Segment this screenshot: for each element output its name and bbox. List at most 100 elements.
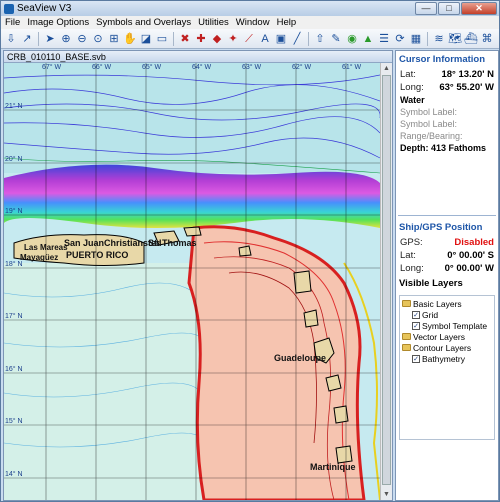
lat-label: 20° N [5,156,23,163]
lon-label: 65° W [142,64,162,71]
lat-label: 16° N [5,366,23,373]
menu-utilities[interactable]: Utilities [198,17,229,28]
measure-icon[interactable]: ◪ [139,32,153,46]
cursor-long-value: 63° 55.20' W [439,82,494,93]
export-icon[interactable]: ↗ [20,32,34,46]
depth-icon[interactable]: ≋ [432,32,446,46]
contour-icon[interactable]: ◉ [345,32,359,46]
ruler-icon[interactable]: ▭ [155,32,169,46]
zoom-box-icon[interactable]: ⊞ [107,32,121,46]
layer-grid[interactable]: ✓ Grid [402,309,492,320]
app-icon [4,3,14,14]
target-icon[interactable]: ✦ [226,32,240,46]
depth-value: Depth: 413 Fathoms [400,143,487,153]
gps-label: GPS: [400,237,423,248]
text-icon[interactable]: A [258,32,272,46]
refresh-icon[interactable]: ⟳ [393,32,407,46]
application-window: SeaView V3 — □ ✕ File Image Options Symb… [0,0,500,502]
layer-group-label: Contour Layers [413,342,472,353]
scroll-down-icon[interactable]: ▼ [381,489,392,500]
checkbox-checked-icon[interactable]: ✓ [412,321,420,330]
scroll-up-icon[interactable]: ▲ [381,63,392,74]
pan-hand-icon[interactable]: ✋ [123,32,137,46]
delete-symbol-icon[interactable]: ✖ [178,32,192,46]
terrain-icon[interactable]: ▲ [361,32,375,46]
grid-icon[interactable]: ▦ [409,32,423,46]
fish-icon[interactable]: ⌘ [480,32,494,46]
lon-label: 66° W [92,64,112,71]
info-panel: Cursor Information Lat: 18° 13.20' N Long… [395,50,499,501]
menu-file[interactable]: File [5,17,20,28]
folder-icon [402,300,411,307]
lat-label: 19° N [5,208,23,215]
cursor-lat-value: 18° 13.20' N [441,69,494,80]
lat-label: 18° N [5,261,23,268]
layer-group-label: Basic Layers [413,298,462,309]
map-document-title: CRB_010110_BASE.svb [4,51,392,63]
layer-group-contour[interactable]: Contour Layers [402,342,492,353]
checkbox-checked-icon[interactable]: ✓ [412,310,420,319]
menu-image-options[interactable]: Image Options [27,17,89,28]
visible-layers-heading: Visible Layers [399,278,463,289]
zoom-out-icon[interactable]: ⊖ [75,32,89,46]
symbol-label-1: Symbol Label: [400,107,458,117]
cursor-long-label: Long: [400,82,424,93]
route-icon[interactable]: ⟋ [242,32,256,46]
scroll-thumb[interactable] [382,75,391,485]
maximize-button[interactable]: □ [438,2,460,15]
layer-label: Bathymetry [422,353,465,364]
arrow-up-icon[interactable]: ⇧ [313,32,327,46]
range-bearing-label: Range/Bearing: [400,131,463,141]
layer-group-basic[interactable]: Basic Layers [402,298,492,309]
place-label-martinique: Martinique [310,462,356,472]
layers-icon[interactable]: ☰ [377,32,391,46]
place-label-puerto-rico: PUERTO RICO [66,250,129,260]
layers-tree: Basic Layers ✓ Grid ✓ Symbol Template Vect… [399,295,495,440]
layer-symbol-template[interactable]: ✓ Symbol Template [402,320,492,331]
image-overlay-icon[interactable]: ▣ [274,32,288,46]
minimize-button[interactable]: — [415,2,437,15]
zoom-in-icon[interactable]: ⊕ [59,32,73,46]
download-icon[interactable]: ⇩ [4,32,18,46]
map-document-window: CRB_010110_BASE.svb 67° W 66° W 65° W 64… [3,50,393,501]
map-vertical-scrollbar[interactable]: ▲ ▼ [380,63,392,500]
zoom-fit-icon[interactable]: ⊙ [91,32,105,46]
lat-label: 21° N [5,103,23,110]
layer-bathymetry[interactable]: ✓ Bathymetry [402,353,492,364]
menu-symbols-overlays[interactable]: Symbols and Overlays [96,17,191,28]
folder-icon [402,333,411,340]
title-bar[interactable]: SeaView V3 — □ ✕ [1,1,499,16]
waypoint-icon[interactable]: ◆ [210,32,224,46]
layer-group-label: Vector Layers [413,331,465,342]
water-label: Water [400,95,425,105]
pointer-icon[interactable]: ➤ [43,32,57,46]
map-icon[interactable]: 🗺 [448,32,462,46]
layer-label: Grid [422,309,439,320]
checkbox-checked-icon[interactable]: ✓ [412,354,420,363]
lon-label: 62° W [292,64,312,71]
layer-group-vector[interactable]: Vector Layers [402,331,492,342]
gps-long-label: Long: [400,263,424,274]
add-symbol-icon[interactable]: ✚ [194,32,208,46]
bathymetry-chart [4,63,380,500]
cursor-lat-label: Lat: [400,69,416,80]
menu-bar: File Image Options Symbols and Overlays … [1,16,499,29]
toolbar: ⇩ ↗ ➤ ⊕ ⊖ ⊙ ⊞ ✋ ◪ ▭ ✖ ✚ ◆ ✦ ⟋ A ▣ ╱ ⇧ ✎ … [1,29,499,49]
pencil-icon[interactable]: ✎ [329,32,343,46]
place-label-san-juan: San Juan [64,238,105,248]
window-title: SeaView V3 [17,3,72,14]
menu-window[interactable]: Window [236,17,270,28]
layer-label: Symbol Template [422,320,488,331]
ship-icon[interactable]: ⛴ [464,32,478,46]
place-label-las-mareas: Las Mareas [24,243,68,252]
line-icon[interactable]: ╱ [290,32,304,46]
cursor-info-heading: Cursor Information [399,54,486,65]
gps-heading: Ship/GPS Position [399,222,483,233]
close-button[interactable]: ✕ [461,2,497,15]
lat-label: 17° N [5,313,23,320]
lat-label: 15° N [5,418,23,425]
menu-help[interactable]: Help [277,17,297,28]
lat-label: 14° N [5,471,23,478]
bathymetry-map[interactable]: 67° W 66° W 65° W 64° W 63° W 62° W 61° … [4,63,380,500]
gps-long-value: 0° 00.00' W [444,263,494,274]
